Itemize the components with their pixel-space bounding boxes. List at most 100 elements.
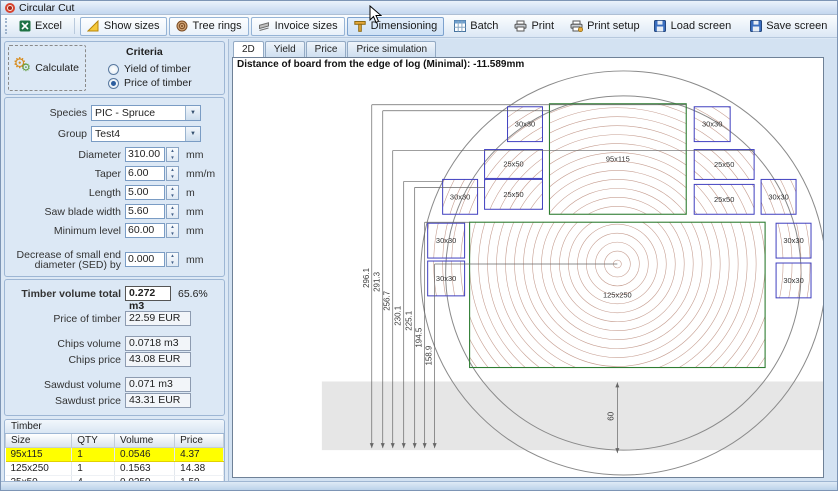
- floppy-icon: [749, 20, 762, 33]
- species-value: PIC - Spruce: [92, 106, 185, 120]
- quantity-stepper[interactable]: ▲▼: [166, 185, 179, 200]
- total-value: 43.31 EUR: [125, 393, 191, 408]
- tab-price-simulation[interactable]: Price simulation: [347, 41, 436, 57]
- table-row-125x250[interactable]: 125x25010.156314.38: [6, 462, 224, 476]
- species-dropdown[interactable]: PIC - Spruce ▼: [91, 105, 201, 121]
- toolbar-label-dimensioning: Dimensioning: [371, 20, 438, 32]
- toolbar-button-show-sizes[interactable]: Show sizes: [80, 17, 167, 36]
- column-header-size[interactable]: Size: [6, 434, 72, 448]
- status-bar: [1, 481, 837, 490]
- main-toolbar: Excel Show sizes Tree ringsInvoice sizes Di…: [1, 15, 837, 38]
- param-input[interactable]: 5.60: [125, 204, 165, 219]
- board-125x250-1[interactable]: 125x250: [470, 222, 765, 367]
- dimension-value: 256.7: [383, 290, 392, 310]
- column-header-volume[interactable]: Volume: [115, 434, 175, 448]
- param-label: Saw blade width: [7, 206, 125, 218]
- param-input[interactable]: 5.00: [125, 185, 165, 200]
- param-unit: mm: [186, 149, 204, 161]
- table-cell: 1: [72, 462, 115, 476]
- column-header-qty[interactable]: QTY: [72, 434, 115, 448]
- window-title: Circular Cut: [19, 2, 74, 14]
- toolbar-label-show-sizes: Show sizes: [104, 20, 160, 32]
- table-row-95x115[interactable]: 95x11510.05464.37: [6, 448, 224, 462]
- dimension-value: 225.1: [405, 310, 414, 330]
- param-input[interactable]: 60.00: [125, 223, 165, 238]
- board-label: 30x30: [436, 236, 456, 245]
- drawing-canvas: Distance of board from the edge of log (…: [232, 57, 824, 478]
- toolbar-button-load-screen[interactable]: Load screen: [647, 17, 739, 36]
- ground-band: [322, 381, 823, 450]
- species-label: Species: [7, 107, 91, 119]
- content-area: ⚙⚙ Calculate Criteria Yield of timber Pri…: [1, 39, 837, 481]
- gears-icon: ⚙⚙: [15, 58, 32, 78]
- board-label: 30x30: [702, 120, 722, 129]
- total-value: 0.071 m3: [125, 377, 191, 392]
- board-30x30-13[interactable]: 30x30: [776, 263, 811, 298]
- timber-volume-row: Timber volume total 0.272 m3 65.6%: [7, 286, 218, 301]
- board-label: 30x30: [768, 192, 788, 201]
- spin-down-icon[interactable]: ▼: [167, 231, 178, 238]
- spin-down-icon[interactable]: ▼: [167, 260, 178, 267]
- param-unit: mm: [186, 206, 204, 218]
- spin-down-icon[interactable]: ▼: [167, 212, 178, 219]
- spin-down-icon[interactable]: ▼: [167, 174, 178, 181]
- quantity-stepper[interactable]: ▲▼: [166, 252, 179, 267]
- board-label: 30x30: [783, 236, 803, 245]
- radio-icon[interactable]: [108, 78, 119, 89]
- toolbar-button-save-screen[interactable]: Save screen: [742, 17, 834, 36]
- board-30x30-11[interactable]: 30x30: [761, 179, 796, 214]
- total-value: 43.08 EUR: [125, 352, 191, 367]
- board-label: 30x30: [783, 276, 803, 285]
- quantity-stepper[interactable]: ▲▼: [166, 166, 179, 181]
- parameters-group: Species PIC - Spruce ▼ Group Test4 ▼ Dia…: [4, 97, 225, 277]
- param-input[interactable]: 310.00: [125, 147, 165, 162]
- total-label: Chips price: [7, 354, 125, 366]
- radio-icon[interactable]: [108, 64, 119, 75]
- board-label: 125x250: [603, 290, 632, 299]
- criteria-option-1[interactable]: Price of timber: [108, 77, 192, 89]
- chevron-down-icon: ▼: [185, 106, 200, 120]
- quantity-stepper[interactable]: ▲▼: [166, 223, 179, 238]
- param-row-3: Saw blade width5.60▲▼ mm: [7, 203, 218, 220]
- criteria-title: Criteria: [126, 46, 163, 58]
- group-row: Group Test4 ▼: [7, 125, 218, 142]
- board-label: 30x30: [450, 192, 470, 201]
- calculate-button[interactable]: ⚙⚙ Calculate: [8, 45, 86, 91]
- toolbar-button-print-setup[interactable]: Print setup: [563, 17, 647, 36]
- board-30x30-8[interactable]: 30x30: [694, 107, 730, 142]
- column-header-price[interactable]: Price: [175, 434, 224, 448]
- quantity-stepper[interactable]: ▲▼: [166, 147, 179, 162]
- toolbar-button-dimensioning[interactable]: Dimensioning: [347, 17, 445, 36]
- board-95x115-0[interactable]: 95x115: [549, 104, 686, 214]
- tab-price[interactable]: Price: [306, 41, 347, 57]
- board-25x50-9[interactable]: 25x50: [694, 150, 754, 180]
- print-icon: [514, 20, 527, 33]
- param-input[interactable]: 6.00: [125, 166, 165, 181]
- show-sizes-icon: [87, 20, 100, 33]
- board-label: 30x30: [436, 274, 456, 283]
- toolbar-button-excel[interactable]: Excel: [11, 17, 69, 36]
- dimensioning-icon: [354, 20, 367, 33]
- total-label: Sawdust price: [7, 395, 125, 407]
- toolbar-button-invoice-sizes[interactable]: Invoice sizes: [251, 17, 345, 36]
- table-cell: 4.37: [175, 448, 224, 462]
- toolbar-button-tree-rings[interactable]: Tree rings: [169, 17, 249, 36]
- tab-2d[interactable]: 2D: [233, 41, 264, 57]
- group-dropdown[interactable]: Test4 ▼: [91, 126, 201, 142]
- quantity-stepper[interactable]: ▲▼: [166, 204, 179, 219]
- criteria-option-0[interactable]: Yield of timber: [108, 63, 192, 75]
- spin-down-icon[interactable]: ▼: [167, 193, 178, 200]
- batch-icon: [453, 20, 466, 33]
- log-cross-section-drawing: 95x115125x25030x3025x5030x3025x5030x3030…: [233, 58, 823, 477]
- dimension-value: 60: [606, 411, 615, 420]
- toolbar-button-batch[interactable]: Batch: [446, 17, 505, 36]
- tab-yield[interactable]: Yield: [265, 41, 305, 57]
- total-row-4: Sawdust price43.31 EUR: [7, 393, 218, 408]
- dimension-value: 194.5: [415, 327, 424, 347]
- toolbar-button-print[interactable]: Print: [507, 17, 561, 36]
- distance-info-label: Distance of board from the edge of log (…: [237, 59, 524, 70]
- excel-icon: [18, 20, 31, 33]
- param-label: Minimum level: [7, 225, 125, 237]
- param-input[interactable]: 0.000: [125, 252, 165, 267]
- spin-down-icon[interactable]: ▼: [167, 155, 178, 162]
